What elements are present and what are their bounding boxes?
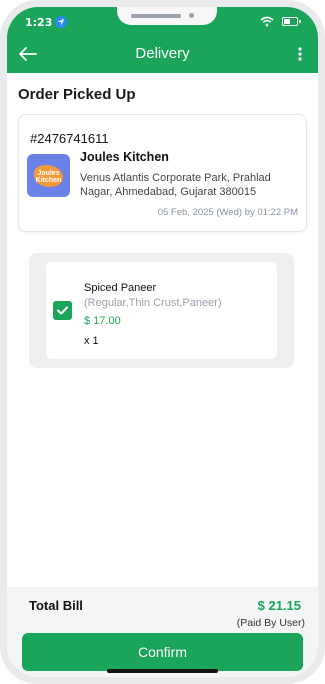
phone-frame: 1:23 Delivery Order Picked Up #247674161… xyxy=(0,0,325,684)
app-header: Delivery xyxy=(7,37,318,69)
checkbox-checked-icon[interactable] xyxy=(53,301,72,320)
location-arrow-icon xyxy=(55,16,67,28)
order-card: #2476741611 Joules Kitchen Joules Kitche… xyxy=(18,114,307,232)
item-name: Spiced Paneer xyxy=(84,282,157,294)
bill-footer: Total Bill $ 21.15 (Paid By User) Confir… xyxy=(7,587,318,677)
more-vertical-icon[interactable] xyxy=(298,46,302,65)
speaker-grill xyxy=(131,14,181,18)
battery-icon xyxy=(282,17,301,26)
wifi-icon xyxy=(260,16,274,30)
main-content: Order Picked Up #2476741611 Joules Kitch… xyxy=(7,73,318,587)
item-options: (Regular,Thin Crust,Paneer) xyxy=(84,297,222,309)
list-item: Spiced Paneer (Regular,Thin Crust,Paneer… xyxy=(46,262,277,359)
restaurant-logo: Joules Kitchen xyxy=(27,154,70,197)
order-items-panel: Spiced Paneer (Regular,Thin Crust,Paneer… xyxy=(29,253,294,368)
item-price: $ 17.00 xyxy=(84,315,121,327)
order-id: #2476741611 xyxy=(30,131,109,146)
page-title: Delivery xyxy=(135,45,190,62)
status-bar: 1:23 xyxy=(7,7,318,37)
order-date: 05 Feb, 2025 (Wed) by 01:22 PM xyxy=(157,207,298,218)
order-status-title: Order Picked Up xyxy=(18,86,136,103)
device-notch xyxy=(117,7,217,25)
restaurant-address: Venus Atlantis Corporate Park, Prahlad N… xyxy=(80,172,271,198)
status-time: 1:23 xyxy=(25,16,53,29)
confirm-button[interactable]: Confirm xyxy=(22,633,303,671)
total-bill-amount: $ 21.15 xyxy=(257,598,301,613)
home-indicator xyxy=(107,669,218,673)
item-quantity: x 1 xyxy=(84,335,99,347)
restaurant-name: Joules Kitchen xyxy=(80,150,169,164)
front-camera xyxy=(189,13,194,18)
total-bill-label: Total Bill xyxy=(29,598,83,613)
payment-note: (Paid By User) xyxy=(236,617,305,629)
